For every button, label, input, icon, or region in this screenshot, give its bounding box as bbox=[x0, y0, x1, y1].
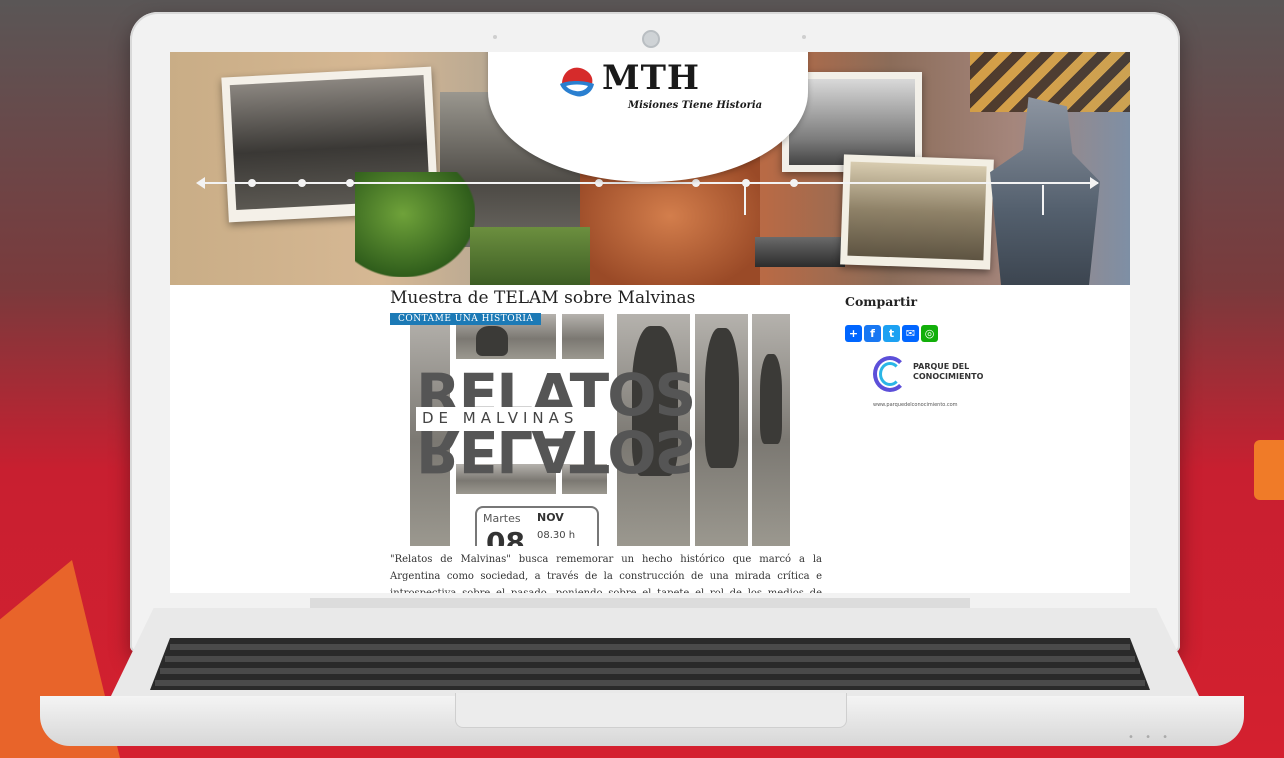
poster-month: NOV bbox=[537, 511, 564, 524]
timeline-dot bbox=[692, 179, 700, 187]
timeline-dot bbox=[595, 179, 603, 187]
sponsor-name-line1: PARQUE DEL bbox=[913, 362, 970, 371]
banner-grass-image bbox=[470, 227, 590, 285]
timeline-arrow-right-icon bbox=[1090, 177, 1099, 189]
site-logo-subtitle: Misiones Tiene Historia bbox=[628, 100, 763, 111]
trackpad bbox=[455, 693, 847, 728]
poster-photo-strip bbox=[562, 314, 604, 359]
timeline-dot bbox=[346, 179, 354, 187]
timeline-tick bbox=[1042, 185, 1044, 215]
poster-subtitle: DE MALVINAS bbox=[422, 409, 579, 427]
whatsapp-icon[interactable]: ◎ bbox=[921, 325, 938, 342]
keyboard bbox=[150, 638, 1150, 690]
timeline-dot bbox=[790, 179, 798, 187]
sponsor-name-line2: CONOCIMIENTO bbox=[913, 372, 984, 381]
laptop-camera bbox=[642, 30, 660, 48]
poster-soldier bbox=[705, 328, 739, 468]
sponsor-url: www.parquedelconocimiento.com bbox=[873, 402, 958, 408]
email-icon[interactable]: ✉ bbox=[902, 325, 919, 342]
timeline-dot bbox=[298, 179, 306, 187]
parque-logo-inner-icon bbox=[879, 362, 901, 386]
site-logo-title[interactable]: MTH bbox=[602, 58, 700, 98]
banner-boat-image bbox=[755, 237, 845, 267]
poster-time: 08.30 h bbox=[537, 530, 576, 541]
facebook-icon[interactable]: f bbox=[864, 325, 881, 342]
historic-photo bbox=[840, 154, 994, 270]
keyboard-row bbox=[170, 644, 1130, 650]
timeline-arrow-left-icon bbox=[196, 177, 205, 189]
category-badge[interactable]: CONTAME UNA HISTORIA bbox=[390, 313, 542, 325]
share-plus-icon[interactable]: + bbox=[845, 325, 862, 342]
keyboard-row bbox=[160, 668, 1140, 674]
mth-logo-icon[interactable] bbox=[558, 62, 598, 100]
sponsor-name: PARQUE DEL CONOCIMIENTO bbox=[913, 362, 983, 382]
laptop-mic-dot bbox=[802, 35, 806, 39]
banner-statue-image bbox=[990, 97, 1100, 285]
sponsor-banner[interactable]: PARQUE DEL CONOCIMIENTO www.parquedelcon… bbox=[873, 356, 991, 414]
laptop-mic-dot bbox=[493, 35, 497, 39]
poster-day-number: 08 bbox=[486, 526, 525, 546]
share-buttons: + f t ✉ ◎ bbox=[845, 325, 1045, 342]
laptop-base: • • • bbox=[0, 598, 1284, 758]
poster-soldier bbox=[760, 354, 782, 444]
background-accent-shape bbox=[1254, 440, 1284, 500]
timeline-dot bbox=[248, 179, 256, 187]
article-title[interactable]: Muestra de TELAM sobre Malvinas bbox=[390, 288, 695, 308]
poster-day-label: Martes bbox=[483, 512, 521, 525]
keyboard-row bbox=[155, 680, 1145, 686]
keyboard-row bbox=[165, 656, 1135, 662]
share-title: Compartir bbox=[845, 294, 918, 309]
timeline-line bbox=[198, 182, 1098, 184]
article-body: "Relatos de Malvinas" busca rememorar un… bbox=[390, 554, 822, 593]
timeline-tick bbox=[744, 185, 746, 215]
twitter-icon[interactable]: t bbox=[883, 325, 900, 342]
yerba-leaf-image bbox=[355, 172, 475, 277]
article-image[interactable]: RELATOS RELATOS DE MALVINAS Martes NOV 0… bbox=[410, 314, 790, 546]
laptop-screen: MTH Misiones Tiene Historia Muestra de T… bbox=[170, 52, 1130, 593]
poster-soldier bbox=[476, 326, 508, 356]
status-lights: • • • bbox=[1128, 732, 1173, 743]
hero-banner: MTH Misiones Tiene Historia bbox=[170, 52, 1130, 285]
sidebar: Compartir + f t ✉ ◎ PARQUE DEL CONOCIMIE… bbox=[845, 294, 1045, 408]
